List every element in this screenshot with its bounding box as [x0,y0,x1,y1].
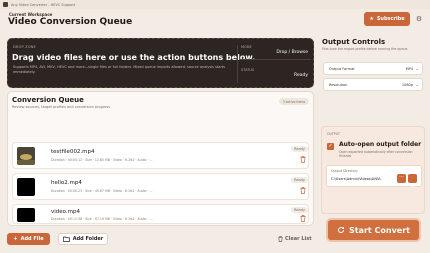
status-value: Ready [294,73,308,78]
star-icon: ★ [369,16,374,22]
output-controls-subtitle: Fine-tune the export profile before runn… [322,47,409,51]
video-thumbnail [17,178,35,196]
mode-divider [241,59,311,60]
start-convert-label: Start Convert [348,225,410,235]
resolution-select[interactable]: Resolution 1080p ⌄ [323,78,423,91]
window-title: Any Video Converter - HEVC Support [11,2,76,7]
subscribe-label: Subscribe [376,16,405,22]
chevron-down-icon: ⌄ [415,82,419,87]
output-label: OUTPUT [327,132,340,136]
file-name: testfile002.mp4 [51,149,95,155]
output-format-label: Output Format [329,67,355,71]
queue-item[interactable]: testfile002.mp4 Duration · 00:00:12 · Si… [12,142,309,169]
folder-plus-icon [62,236,70,242]
output-directory-path: C:\Users\Admin\Videos\ANVL [331,177,382,181]
output-directory-field[interactable]: Output Directory C:\Users\Admin\Videos\A… [326,165,422,187]
status-badge: Ready [291,207,308,213]
output-format-value: MP4 [405,67,413,71]
auto-open-checkbox[interactable]: ✓ [327,143,334,150]
status-badge: Ready [291,177,308,183]
drop-zone-description: Supports MP4, AVI, MKV, HEVC and more—si… [13,65,226,74]
resolution-value: 1080p [401,83,413,87]
file-meta: Duration · 00:00:12 · Size · 12.80 MB · … [51,158,153,162]
start-convert-button[interactable]: Start Convert [328,220,419,240]
page-title: Video Conversion Queue [8,17,133,27]
video-thumbnail [17,208,35,222]
output-panel: OUTPUT ✓ Auto-open output folder Open ex… [321,126,425,214]
refresh-icon [338,227,344,234]
plus-icon: + [13,236,18,242]
drop-zone-divider [237,45,238,83]
resolution-label: Resolution [329,83,348,87]
output-controls-title: Output Controls [322,38,386,46]
folder-icon [410,183,415,187]
app-icon [3,2,8,7]
mode-value: Drop / Browse [276,50,308,55]
video-thumbnail [17,147,35,165]
more-options-button[interactable]: ··· [397,174,406,183]
trash-icon[interactable] [300,215,306,222]
queue-subtitle: Review sources, target profiles and conv… [12,105,111,109]
file-name: hello2.mp4 [51,180,82,186]
add-file-button[interactable]: + Add File [7,233,50,245]
output-directory-label: Output Directory [331,169,358,173]
auto-open-title: Auto-open output folder [339,141,422,148]
drop-zone-title: Drag video files here or use the action … [12,53,256,62]
trash-icon[interactable] [300,187,306,194]
clear-list-button[interactable]: Clear List [278,236,312,242]
file-name: video.mp4 [51,209,81,215]
add-folder-button[interactable]: Add Folder [58,233,108,245]
browse-folder-button[interactable] [408,174,417,187]
chevron-down-icon: ⌄ [415,66,419,71]
drop-zone[interactable]: DROP ZONE Drag video files here or use t… [7,38,314,88]
gear-icon[interactable]: ⚙ [415,15,423,23]
trash-icon [278,236,283,242]
queue-count-badge: 3 active items [279,98,309,105]
queue-title: Conversion Queue [12,96,84,104]
subscribe-button[interactable]: ★ Subscribe [364,12,410,26]
queue-item[interactable]: hello2.mp4 Duration · 00:00:23 · Size · … [12,173,309,200]
conversion-queue: Conversion Queue Review sources, target … [7,91,314,226]
window-titlebar: Any Video Converter - HEVC Support [0,0,430,9]
mode-label: MODE [241,45,252,49]
drop-zone-label: DROP ZONE [13,45,36,49]
auto-open-description: Open exported automatically after conver… [339,150,413,159]
status-badge: Ready [291,146,308,152]
clear-list-label: Clear List [285,236,312,242]
status-label: STATUS [241,68,255,72]
output-format-select[interactable]: Output Format MP4 ⌄ [323,62,423,75]
file-meta: Duration · 00:00:23 · Size · 45.67 MB · … [51,189,153,193]
add-folder-label: Add Folder [72,236,104,242]
queue-item[interactable]: video.mp4 Duration · 00:11:38 · Size · 6… [12,204,309,224]
add-file-label: Add File [20,236,44,242]
trash-icon[interactable] [300,156,306,163]
file-meta: Duration · 00:11:38 · Size · 67.19 MB · … [51,217,153,221]
